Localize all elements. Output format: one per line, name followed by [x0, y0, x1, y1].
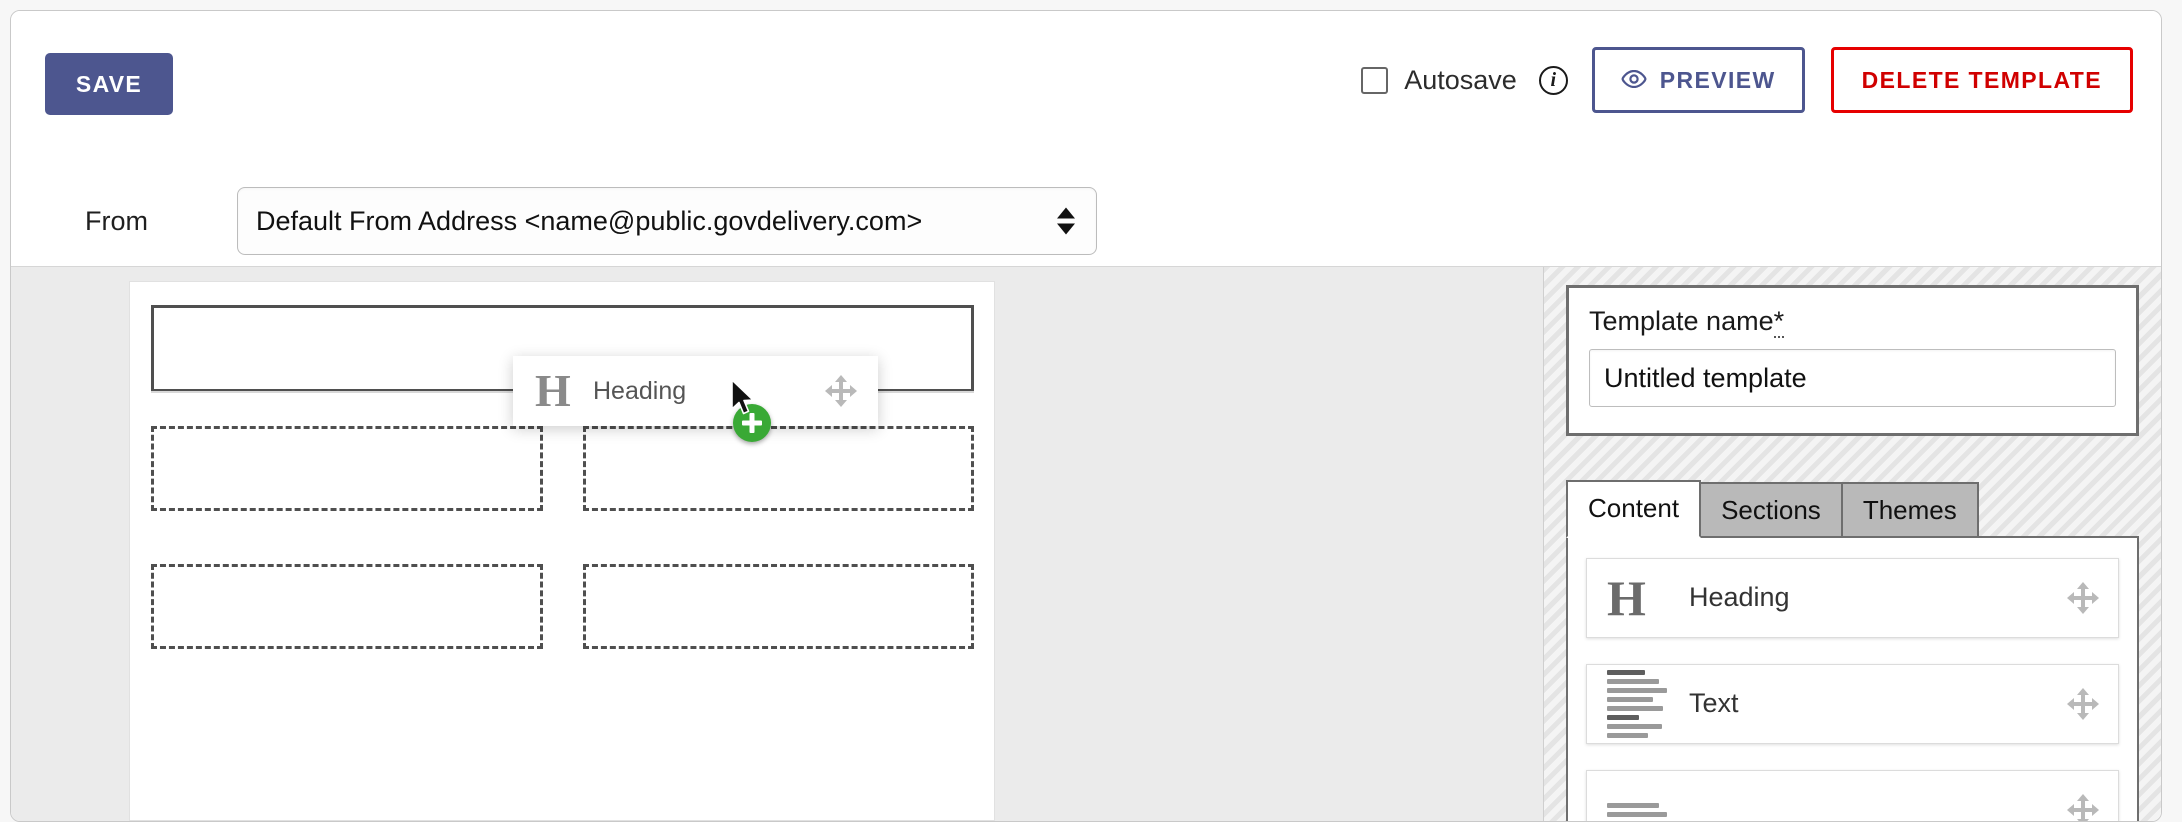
content-block-partial[interactable]: [1586, 769, 2119, 821]
drag-ghost-heading-block[interactable]: H Heading: [513, 356, 878, 426]
info-circle-icon[interactable]: i: [1538, 65, 1568, 95]
toolbar-actions: Autosave i PREVIEW DELETE TEMPLATE: [1361, 47, 2133, 113]
drop-zone-row1-col1[interactable]: [151, 426, 543, 511]
heading-h-icon: H: [535, 365, 571, 416]
plus-badge-icon: [733, 404, 771, 442]
from-row: From Default From Address <name@public.g…: [11, 187, 1097, 255]
move-arrows-icon[interactable]: [2067, 581, 2099, 614]
editor-body: H Heading Template name* Untitled templa…: [11, 267, 2161, 821]
image-icon: [1607, 802, 1689, 817]
save-button[interactable]: SAVE: [45, 53, 173, 115]
content-block-text[interactable]: Text: [1586, 663, 2119, 744]
autosave-checkbox[interactable]: [1361, 66, 1389, 94]
autosave-label: Autosave: [1404, 64, 1517, 95]
preview-button-label: PREVIEW: [1659, 66, 1776, 93]
preview-button[interactable]: PREVIEW: [1591, 47, 1805, 113]
heading-h-icon: H: [1607, 569, 1646, 626]
from-select-wrapper: Default From Address <name@public.govdel…: [237, 187, 1097, 255]
drop-zone-row2-col1[interactable]: [151, 564, 543, 649]
content-block-heading[interactable]: H Heading: [1586, 557, 2119, 638]
tab-sections[interactable]: Sections: [1699, 482, 1843, 538]
template-canvas-area[interactable]: H Heading: [11, 267, 1544, 821]
delete-template-button[interactable]: DELETE TEMPLATE: [1830, 47, 2133, 113]
editor-toolbar: SAVE Autosave i PREVIEW DELETE TEMPLATE …: [11, 11, 2161, 267]
drag-ghost-label: Heading: [593, 376, 687, 405]
content-blocks-panel: H Heading Text: [1566, 535, 2139, 821]
template-name-input[interactable]: [1589, 349, 2116, 407]
from-address-select[interactable]: Default From Address <name@public.govdel…: [237, 187, 1097, 255]
template-name-label-text: Template name: [1589, 306, 1774, 336]
text-lines-icon: [1607, 669, 1689, 738]
move-arrows-icon[interactable]: [825, 375, 857, 407]
content-block-label: Text: [1689, 688, 1739, 719]
sidebar-tabs: Content Sections Themes: [1566, 480, 2139, 538]
from-label: From: [85, 205, 148, 236]
template-name-card: Template name*: [1566, 285, 2139, 436]
editor-sidebar: Template name* Content Sections Themes H…: [1544, 267, 2161, 821]
drop-zone-row1-col2[interactable]: [583, 426, 974, 511]
tab-content[interactable]: Content: [1566, 480, 1702, 538]
content-block-label: Heading: [1689, 582, 1790, 613]
eye-icon: [1621, 67, 1647, 94]
tab-themes[interactable]: Themes: [1840, 482, 1979, 538]
template-editor-window: SAVE Autosave i PREVIEW DELETE TEMPLATE …: [10, 10, 2162, 822]
move-arrows-icon[interactable]: [2067, 687, 2099, 720]
move-arrows-icon[interactable]: [2067, 793, 2099, 821]
template-canvas-sheet[interactable]: H Heading: [130, 282, 994, 820]
drop-zone-row2-col2[interactable]: [583, 564, 974, 649]
required-marker: *: [1773, 306, 1785, 338]
template-name-label: Template name*: [1589, 306, 1785, 338]
autosave-group: Autosave i: [1361, 65, 1568, 96]
